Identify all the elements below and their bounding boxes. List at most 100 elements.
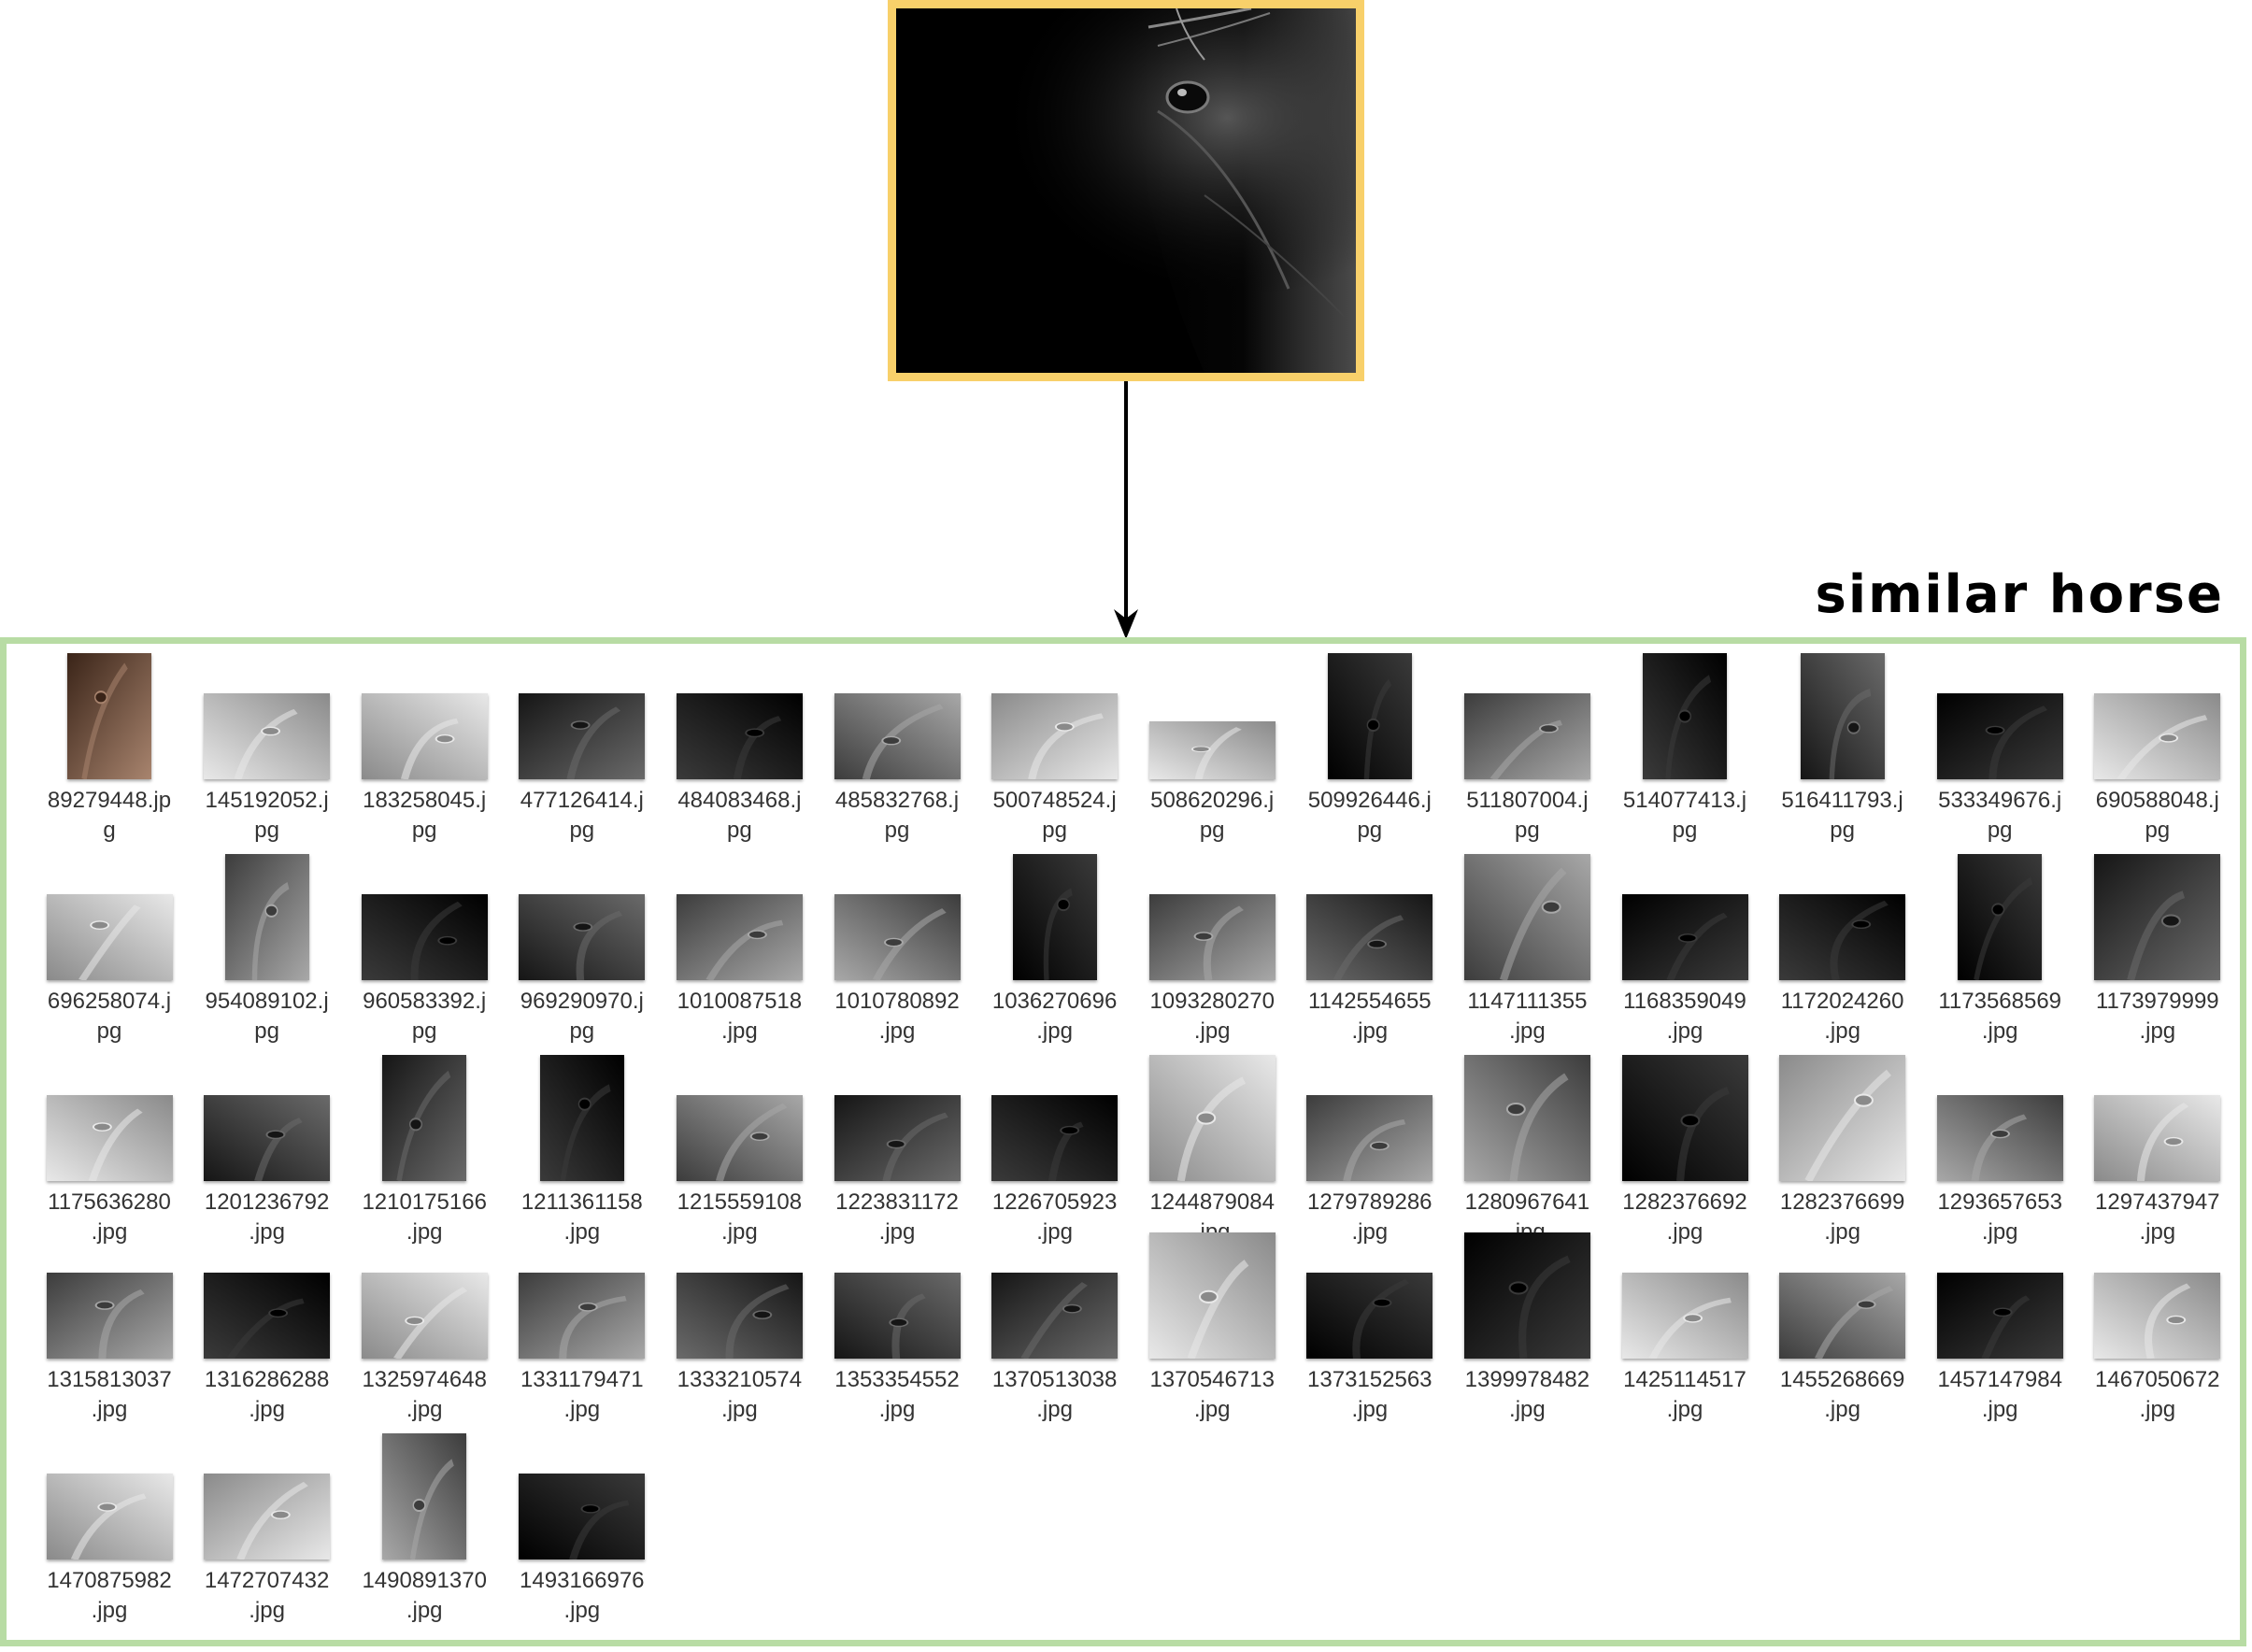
- result-item[interactable]: 1210175166 .jpg: [345, 1055, 504, 1245]
- result-item[interactable]: 1093280270 .jpg: [1133, 854, 1291, 1044]
- horse-thumbnail-icon: [676, 693, 803, 779]
- result-item[interactable]: 1211361158 .jpg: [503, 1055, 662, 1245]
- result-item[interactable]: 1175636280 .jpg: [30, 1055, 189, 1245]
- thumbnail-frame: [1133, 1232, 1291, 1359]
- result-item[interactable]: 1279789286 .jpg: [1290, 1055, 1449, 1245]
- horse-thumbnail-icon: [834, 894, 961, 980]
- thumbnail-frame: [976, 854, 1134, 980]
- result-item[interactable]: 1325974648 .jpg: [345, 1232, 504, 1422]
- thumbnail-frame: [1290, 653, 1449, 779]
- horse-thumbnail-icon: [1306, 1095, 1433, 1181]
- file-name-line1: 1493166976: [520, 1568, 645, 1593]
- result-item[interactable]: 1373152563 .jpg: [1290, 1232, 1449, 1422]
- file-name-line1: 1399978482: [1464, 1367, 1590, 1392]
- result-item[interactable]: 1142554655 .jpg: [1290, 854, 1449, 1044]
- horse-thumbnail-icon: [382, 1055, 467, 1181]
- horse-thumbnail-icon: [1800, 653, 1885, 779]
- file-name-line1: 1316286288: [204, 1367, 330, 1392]
- file-name: 1173979999 .jpg: [2078, 987, 2237, 1047]
- result-item[interactable]: 954089102.j pg: [188, 854, 347, 1044]
- result-item[interactable]: 1173979999 .jpg: [2078, 854, 2237, 1044]
- file-name-line1: 533349676.j: [1938, 788, 2062, 813]
- result-item[interactable]: 477126414.j pg: [503, 653, 662, 843]
- result-item[interactable]: 1399978482 .jpg: [1447, 1232, 1606, 1422]
- result-item[interactable]: 1425114517 .jpg: [1605, 1232, 1764, 1422]
- result-item[interactable]: 696258074.j pg: [30, 854, 189, 1044]
- result-item[interactable]: 1316286288 .jpg: [188, 1232, 347, 1422]
- horse-thumbnail-icon: [361, 894, 488, 980]
- result-item[interactable]: 1370513038 .jpg: [976, 1232, 1134, 1422]
- file-name-line1: 508620296.j: [1150, 788, 1275, 813]
- horse-thumbnail-icon: [1621, 1055, 1748, 1181]
- result-item[interactable]: 1493166976 .jpg: [503, 1433, 662, 1623]
- result-item[interactable]: 1173568569 .jpg: [1920, 854, 2079, 1044]
- file-name-line2: .jpg: [878, 1018, 916, 1044]
- file-name: 1399978482 .jpg: [1447, 1365, 1606, 1425]
- file-name: 969290970.j pg: [503, 987, 662, 1047]
- file-name-line2: g: [103, 818, 116, 843]
- result-item[interactable]: 1215559108 .jpg: [660, 1055, 819, 1245]
- result-item[interactable]: 1223831172 .jpg: [818, 1055, 976, 1245]
- file-name-line2: pg: [411, 818, 437, 843]
- result-item[interactable]: 1282376699 .jpg: [1763, 1055, 1922, 1245]
- thumbnail-frame: [1447, 1055, 1606, 1181]
- result-item[interactable]: 1333210574 .jpg: [660, 1232, 819, 1422]
- result-item[interactable]: 1147111355 .jpg: [1447, 854, 1606, 1044]
- file-name: 960583392.j pg: [345, 987, 504, 1047]
- result-item[interactable]: 1331179471 .jpg: [503, 1232, 662, 1422]
- result-item[interactable]: 1201236792 .jpg: [188, 1055, 347, 1245]
- file-name-line2: pg: [569, 1018, 595, 1044]
- file-name-line1: 1490891370: [362, 1568, 487, 1593]
- thumbnail-frame: [1290, 1232, 1449, 1359]
- result-item[interactable]: 500748524.j pg: [976, 653, 1134, 843]
- result-item[interactable]: 1226705923 .jpg: [976, 1055, 1134, 1245]
- result-item[interactable]: 1472707432 .jpg: [188, 1433, 347, 1623]
- result-item[interactable]: 511807004.j pg: [1447, 653, 1606, 843]
- result-item[interactable]: 1280967641 .jpg: [1447, 1055, 1606, 1245]
- result-item[interactable]: 1293657653 .jpg: [1920, 1055, 2079, 1245]
- result-item[interactable]: 969290970.j pg: [503, 854, 662, 1044]
- result-item[interactable]: 1370546713 .jpg: [1133, 1232, 1291, 1422]
- file-name-line2: pg: [1357, 818, 1383, 843]
- file-name-line2: .jpg: [1509, 1397, 1546, 1422]
- result-item[interactable]: 1470875982 .jpg: [30, 1433, 189, 1623]
- file-name: 1425114517 .jpg: [1605, 1365, 1764, 1425]
- file-name: 690588048.j pg: [2078, 786, 2237, 846]
- file-name-line1: 696258074.j: [47, 989, 172, 1014]
- result-item[interactable]: 1244879084 .jpg: [1133, 1055, 1291, 1245]
- thumbnail-frame: [2078, 1055, 2237, 1181]
- result-item[interactable]: 514077413.j pg: [1605, 653, 1764, 843]
- horse-thumbnail-icon: [1643, 653, 1727, 779]
- thumbnail-frame: [1447, 854, 1606, 980]
- result-item[interactable]: 484083468.j pg: [660, 653, 819, 843]
- result-item[interactable]: 1282376692 .jpg: [1605, 1055, 1764, 1245]
- result-item[interactable]: 509926446.j pg: [1290, 653, 1449, 843]
- result-item[interactable]: 508620296.j pg: [1133, 653, 1291, 843]
- result-item[interactable]: 1172024260 .jpg: [1763, 854, 1922, 1044]
- file-name-line1: 89279448.jp: [47, 788, 172, 813]
- result-item[interactable]: 1490891370 .jpg: [345, 1433, 504, 1623]
- result-item[interactable]: 690588048.j pg: [2078, 653, 2237, 843]
- result-item[interactable]: 1455268669 .jpg: [1763, 1232, 1922, 1422]
- result-item[interactable]: 183258045.j pg: [345, 653, 504, 843]
- result-item[interactable]: 145192052.j pg: [188, 653, 347, 843]
- result-item[interactable]: 1353354552 .jpg: [818, 1232, 976, 1422]
- horse-thumbnail-icon: [834, 1095, 961, 1181]
- result-item[interactable]: 1168359049 .jpg: [1605, 854, 1764, 1044]
- result-item[interactable]: 1467050672 .jpg: [2078, 1232, 2237, 1422]
- result-item[interactable]: 89279448.jp g: [30, 653, 189, 843]
- result-item[interactable]: 533349676.j pg: [1920, 653, 2079, 843]
- result-item[interactable]: 1036270696 .jpg: [976, 854, 1134, 1044]
- result-item[interactable]: 1457147984 .jpg: [1920, 1232, 2079, 1422]
- file-name-line1: 511807004.j: [1466, 788, 1589, 813]
- result-item[interactable]: 1297437947 .jpg: [2078, 1055, 2237, 1245]
- horse-thumbnail-icon: [1463, 854, 1590, 980]
- result-item[interactable]: 1010087518 .jpg: [660, 854, 819, 1044]
- result-item[interactable]: 516411793.j pg: [1763, 653, 1922, 843]
- file-name-line1: 1172024260: [1780, 989, 1904, 1014]
- result-item[interactable]: 960583392.j pg: [345, 854, 504, 1044]
- thumbnail-frame: [503, 854, 662, 980]
- result-item[interactable]: 1315813037 .jpg: [30, 1232, 189, 1422]
- result-item[interactable]: 485832768.j pg: [818, 653, 976, 843]
- result-item[interactable]: 1010780892 .jpg: [818, 854, 976, 1044]
